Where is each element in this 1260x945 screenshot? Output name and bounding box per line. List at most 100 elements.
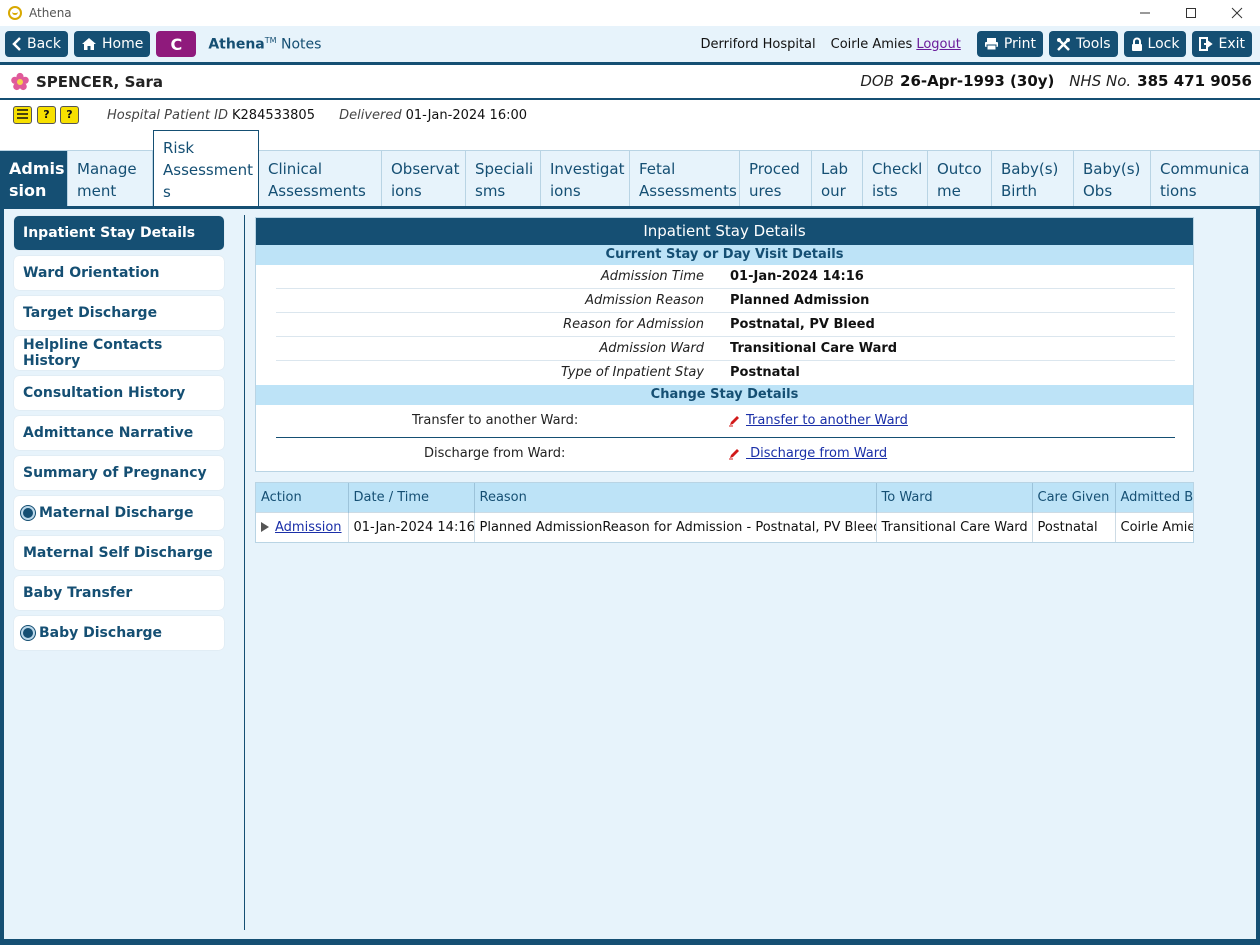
column-header-action[interactable]: Action <box>256 483 349 512</box>
sidebar-item-helpline-contacts-history[interactable]: Helpline Contacts History <box>14 336 224 370</box>
sidebar-item-admittance-narrative[interactable]: Admittance Narrative <box>14 416 224 450</box>
hospital-patient-info: Hospital Patient ID K284533805 Delivered 0… <box>107 108 547 123</box>
main-toolbar: Back Home C AthenaTM Notes Derriford Hos… <box>0 26 1260 62</box>
admission-link[interactable]: Admission <box>275 520 342 535</box>
hospital-id-value: K284533805 <box>232 108 315 123</box>
chevron-left-icon <box>12 37 21 51</box>
detail-label: Admission Time <box>600 269 704 284</box>
sidebar-item-baby-discharge[interactable]: Baby Discharge <box>14 616 224 650</box>
cell-action: Admission <box>256 511 349 542</box>
sidebar-item-summary-of-pregnancy[interactable]: Summary of Pregnancy <box>14 456 224 490</box>
delivered-label: Delivered <box>339 108 402 123</box>
column-header-care-given[interactable]: Care Given <box>1032 483 1116 512</box>
window-controls <box>1122 0 1260 26</box>
c-label: C <box>170 34 183 54</box>
tab-procedures[interactable]: Proced ures <box>740 150 812 206</box>
discharge-link-text[interactable]: Discharge from Ward <box>746 446 887 461</box>
tab-observations-line2: ions <box>391 182 422 200</box>
detail-label: Reason for Admission <box>563 317 704 332</box>
tab-management-line2: ment <box>77 182 117 200</box>
detail-row-admission-ward: Admission Ward Transitional Care Ward <box>276 337 1175 361</box>
sidebar: Inpatient Stay Details Ward Orientation … <box>14 216 224 656</box>
tab-fetal-assessments[interactable]: Fetal Assessments <box>630 150 740 206</box>
nhs-label: NHS No. <box>1069 72 1132 90</box>
tab-observations[interactable]: Observat ions <box>382 150 466 206</box>
minimize-icon <box>1140 12 1150 14</box>
tab-checklists[interactable]: Checkl ists <box>863 150 928 206</box>
c-button[interactable]: C <box>156 31 197 57</box>
minimize-button[interactable] <box>1122 0 1168 26</box>
detail-label: Admission Ward <box>599 341 704 356</box>
tab-babys-obs-line2: Obs <box>1083 182 1113 200</box>
expand-triangle-icon[interactable] <box>261 521 269 532</box>
column-header-datetime[interactable]: Date / Time <box>348 483 475 512</box>
column-header-to-ward[interactable]: To Ward <box>876 483 1033 512</box>
maximize-button[interactable] <box>1168 0 1214 26</box>
exit-button[interactable]: Exit <box>1192 31 1252 57</box>
table-row: Admission 01-Jan-2024 14:16 Planned Admi… <box>256 511 1193 542</box>
close-button[interactable] <box>1214 0 1260 26</box>
tab-babys-obs-line1: Baby(s) <box>1083 160 1141 178</box>
tab-specialisms[interactable]: Speciali sms <box>466 150 541 206</box>
alert-question-icon[interactable]: ? <box>37 106 56 124</box>
sidebar-item-label: Target Discharge <box>23 305 158 321</box>
dob-label: DOB <box>860 72 895 90</box>
transfer-link-text[interactable]: Transfer to another Ward <box>746 413 908 428</box>
sidebar-item-maternal-discharge[interactable]: Maternal Discharge <box>14 496 224 530</box>
tab-management[interactable]: Manage ment <box>68 150 153 206</box>
detail-row-admission-reason: Admission Reason Planned Admission <box>276 289 1175 313</box>
cell-admitted-by: Coirle Amies <box>1115 511 1193 542</box>
sidebar-item-target-discharge[interactable]: Target Discharge <box>14 296 224 330</box>
tab-risk-assessments[interactable]: Risk Assessment s <box>153 130 259 206</box>
tab-outcome-line2: me <box>937 182 961 200</box>
tab-babys-birth[interactable]: Baby(s) Birth <box>992 150 1074 206</box>
tab-clinical-assessments[interactable]: Clinical Assessments <box>259 150 382 206</box>
print-button[interactable]: Print <box>976 31 1044 57</box>
transfer-link[interactable]: Transfer to another Ward <box>728 413 908 428</box>
sidebar-item-ward-orientation[interactable]: Ward Orientation <box>14 256 224 290</box>
tab-investigations-line1: Investigat <box>550 160 625 178</box>
tab-outcome[interactable]: Outco me <box>928 150 992 206</box>
sidebar-item-inpatient-stay-details[interactable]: Inpatient Stay Details <box>14 216 224 250</box>
exit-icon <box>1199 37 1214 51</box>
flower-icon <box>11 72 29 90</box>
tab-communications[interactable]: Communica tions <box>1151 150 1260 206</box>
tab-investigations[interactable]: Investigat ions <box>541 150 630 206</box>
tab-labour[interactable]: Lab our <box>812 150 863 206</box>
app-name: Athena <box>208 36 265 53</box>
tools-button[interactable]: Tools <box>1049 31 1118 57</box>
lock-button[interactable]: Lock <box>1123 31 1187 57</box>
detail-row-type-of-stay: Type of Inpatient Stay Postnatal <box>276 361 1175 385</box>
status-dot-icon <box>21 506 35 520</box>
discharge-link[interactable]: Discharge from Ward <box>728 446 887 461</box>
detail-label: Admission Reason <box>585 293 704 308</box>
sidebar-item-label: Ward Orientation <box>23 265 160 281</box>
tab-labour-line1: Lab <box>821 160 849 178</box>
patient-name: SPENCER, Sara <box>36 72 164 91</box>
status-dot-icon <box>21 626 35 640</box>
alert-list-icon[interactable] <box>13 106 32 124</box>
sidebar-item-baby-transfer[interactable]: Baby Transfer <box>14 576 224 610</box>
logout-link[interactable]: Logout <box>916 37 961 52</box>
print-label: Print <box>1003 36 1037 52</box>
sidebar-item-maternal-self-discharge[interactable]: Maternal Self Discharge <box>14 536 224 570</box>
alert-question-icon-2[interactable]: ? <box>60 106 79 124</box>
current-stay-details: Admission Time 01-Jan-2024 14:16 Admissi… <box>256 265 1193 385</box>
home-button[interactable]: Home <box>74 31 151 57</box>
back-button[interactable]: Back <box>5 31 68 57</box>
tab-risk-line3: s <box>163 183 171 201</box>
tab-admission[interactable]: Admis sion <box>0 150 68 206</box>
sidebar-item-consultation-history[interactable]: Consultation History <box>14 376 224 410</box>
tab-outcome-line1: Outco <box>937 160 982 178</box>
sidebar-item-label: Helpline Contacts History <box>23 337 163 369</box>
detail-value: Postnatal, PV Bleed <box>730 317 875 332</box>
tab-fetal-line2: Assessments <box>639 182 737 200</box>
tab-clinical-line1: Clinical <box>268 160 323 178</box>
tab-babys-obs[interactable]: Baby(s) Obs <box>1074 150 1151 206</box>
cell-reason: Planned AdmissionReason for Admission - … <box>474 511 877 542</box>
change-stay-section-header: Change Stay Details <box>256 385 1193 405</box>
column-header-admitted-by[interactable]: Admitted By <box>1115 483 1193 512</box>
column-header-reason[interactable]: Reason <box>474 483 877 512</box>
lock-icon <box>1131 37 1142 51</box>
detail-row-admission-time: Admission Time 01-Jan-2024 14:16 <box>276 265 1175 289</box>
